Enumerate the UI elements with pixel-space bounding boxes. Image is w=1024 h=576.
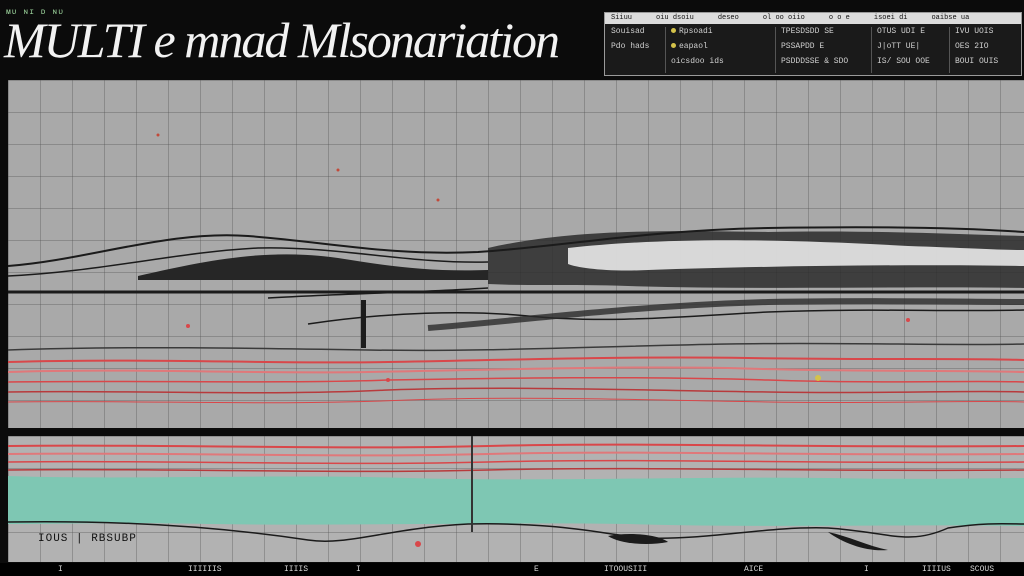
data-marker (186, 324, 190, 328)
trace-line (8, 459, 1024, 465)
info-column-4: OTUS UDI E J|oTT UE| IS/ SOU OOE (877, 27, 930, 66)
data-marker (906, 318, 910, 322)
trace-line (307, 309, 1024, 325)
status-item: SCOUS (970, 565, 995, 574)
status-item: IIIIUS (922, 565, 951, 574)
trace-line (8, 451, 1024, 457)
upper-waveform-panel[interactable] (8, 80, 1024, 428)
trace-line (8, 366, 1024, 374)
info-header-item: isoei di (873, 14, 908, 22)
status-bar: I IIIIIIS IIIIS I E ITOOUSIII AICE I III… (0, 563, 1024, 576)
fill-band (8, 476, 1024, 526)
trace-line (8, 356, 1024, 364)
info-field: IS/ SOU OOE (877, 57, 930, 66)
data-marker (386, 378, 390, 382)
info-field: IVU UOIS (955, 27, 994, 36)
status-item: I (356, 565, 361, 574)
status-item: I (864, 565, 869, 574)
info-field: OTUS UDI E (877, 27, 926, 36)
divider (871, 27, 872, 73)
data-marker (815, 375, 821, 381)
data-marker (415, 541, 421, 547)
trace-line (8, 397, 1024, 404)
lower-waveform-canvas (8, 436, 1024, 551)
info-field: oicsdoo ids (671, 57, 724, 66)
status-dot-icon (671, 28, 676, 34)
status-item: ITOOUSIII (604, 565, 648, 574)
trace-line (8, 376, 1024, 383)
info-field: eapaol (679, 42, 708, 51)
marker-post (361, 300, 366, 348)
info-field: PSDDDSSE & SDO (781, 57, 849, 66)
info-column-2: Rpsoadi eapaol oicsdoo ids (671, 27, 724, 66)
lower-panel-label: IOUS | RBSUBP (38, 533, 137, 545)
status-item: IIIIS (284, 565, 309, 574)
info-header-item: deseo (717, 14, 739, 22)
info-field: Pdo hads (611, 42, 650, 51)
info-column-3: TPESDSDD SE PSSAPDD E PSDDDSSE & SDO (781, 27, 848, 66)
info-field: TPESDSDD SE (781, 27, 834, 36)
info-header-item: Siiuu (611, 14, 633, 22)
divider (665, 27, 666, 73)
trace-line (608, 534, 668, 544)
lower-waveform-panel[interactable]: IOUS | RBSUBP (8, 436, 1024, 562)
info-header-item: oaibse ua (931, 14, 970, 22)
info-header-item: oiu dsoiu (656, 14, 694, 22)
status-item: I (58, 565, 63, 574)
data-marker (156, 133, 160, 137)
trace-line (8, 387, 1024, 394)
status-dot-icon (671, 43, 676, 49)
info-column-1: Souisad Pdo hads (611, 27, 649, 51)
divider-line (471, 436, 473, 532)
trace-line (8, 443, 1024, 449)
info-field: BOUI OUIS (955, 57, 999, 66)
info-panel-header: Siiuu oiu dsoiu deseo ol oo oiio o o e i… (605, 13, 1021, 24)
app-title: MULTI e mnad Mlsonariation (4, 12, 560, 68)
info-header-item: ol oo oiio (762, 14, 805, 22)
status-item: IIIIIIS (188, 565, 222, 574)
upper-waveform-canvas (8, 133, 1024, 404)
trace-line (138, 254, 488, 280)
info-column-5: IVU UOIS OES 2IO BOUI OUIS (955, 27, 998, 66)
info-panel[interactable]: Siiuu oiu dsoiu deseo ol oo oiio o o e i… (604, 12, 1022, 76)
info-field: PSSAPDD E (781, 42, 825, 51)
data-marker (336, 168, 340, 172)
trace-line (8, 467, 1024, 473)
info-field: OES 2IO (955, 42, 989, 51)
info-field: J|oTT UE| (877, 42, 921, 51)
info-field: Rpsoadi (679, 27, 713, 36)
info-header-item: o o e (828, 14, 850, 22)
info-field: Souisad (611, 27, 645, 36)
data-marker (436, 198, 440, 202)
trace-line (8, 342, 1024, 352)
divider (775, 27, 776, 73)
title-bar: ᴍᴜ ɴɪ ᴅ ɴᴜ MULTI e mnad Mlsonariation (0, 0, 600, 78)
status-item: E (534, 565, 539, 574)
divider (949, 27, 950, 73)
status-item: AICE (744, 565, 764, 574)
